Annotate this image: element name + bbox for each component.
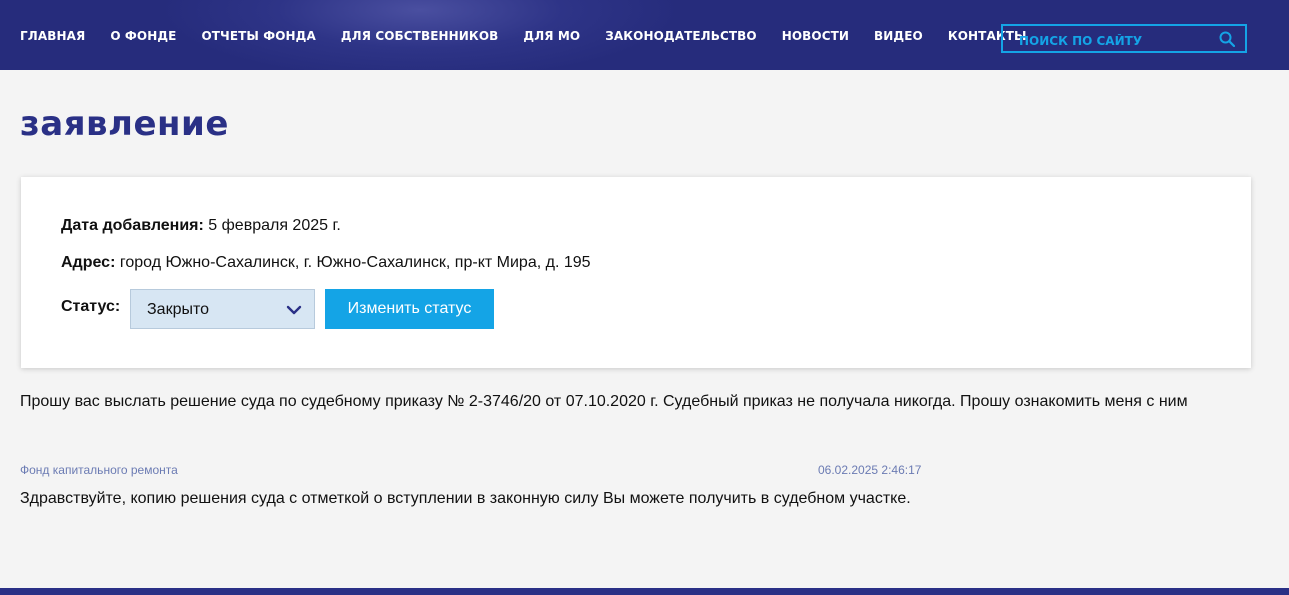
date-value: 5 февраля 2025 г.: [208, 217, 341, 234]
change-status-button[interactable]: Изменить статус: [325, 289, 494, 329]
nav-item-owners[interactable]: ДЛЯ СОБСТВЕННИКОВ: [341, 29, 499, 43]
status-label: Статус:: [61, 298, 121, 315]
search-input[interactable]: [1017, 32, 1221, 50]
status-select[interactable]: Закрыто: [130, 289, 315, 329]
date-row: Дата добавления: 5 февраля 2025 г.: [61, 217, 341, 235]
search-icon[interactable]: [1219, 31, 1235, 47]
date-label: Дата добавления:: [61, 217, 204, 234]
reply-text: Здравствуйте, копию решения суда с отмет…: [20, 490, 911, 507]
chevron-down-icon: [286, 305, 302, 315]
nav-item-video[interactable]: ВИДЕО: [874, 29, 923, 43]
nav-item-news[interactable]: НОВОСТИ: [782, 29, 849, 43]
request-card: Дата добавления: 5 февраля 2025 г. Адрес…: [21, 177, 1251, 368]
reply-datetime: 06.02.2025 2:46:17: [818, 463, 922, 477]
footer-bar: [0, 588, 1289, 595]
address-row: Адрес: город Южно-Сахалинск, г. Южно-Сах…: [61, 254, 591, 272]
address-label: Адрес:: [61, 254, 116, 271]
main-nav: ГЛАВНАЯ О ФОНДЕ ОТЧЕТЫ ФОНДА ДЛЯ СОБСТВЕ…: [20, 29, 1052, 43]
nav-item-reports[interactable]: ОТЧЕТЫ ФОНДА: [201, 29, 315, 43]
search-box: [1001, 24, 1247, 53]
page-title: заявление: [20, 104, 229, 144]
reply-author: Фонд капитального ремонта: [20, 463, 178, 477]
header-bar: ГЛАВНАЯ О ФОНДЕ ОТЧЕТЫ ФОНДА ДЛЯ СОБСТВЕ…: [0, 0, 1289, 70]
nav-item-legislation[interactable]: ЗАКОНОДАТЕЛЬСТВО: [605, 29, 756, 43]
status-select-value: Закрыто: [147, 301, 210, 318]
nav-item-about[interactable]: О ФОНДЕ: [110, 29, 176, 43]
request-text: Прошу вас выслать решение суда по судебн…: [20, 393, 1188, 410]
nav-item-mo[interactable]: ДЛЯ МО: [523, 29, 580, 43]
nav-item-main[interactable]: ГЛАВНАЯ: [20, 29, 85, 43]
address-value: город Южно-Сахалинск, г. Южно-Сахалинск,…: [119, 254, 591, 271]
